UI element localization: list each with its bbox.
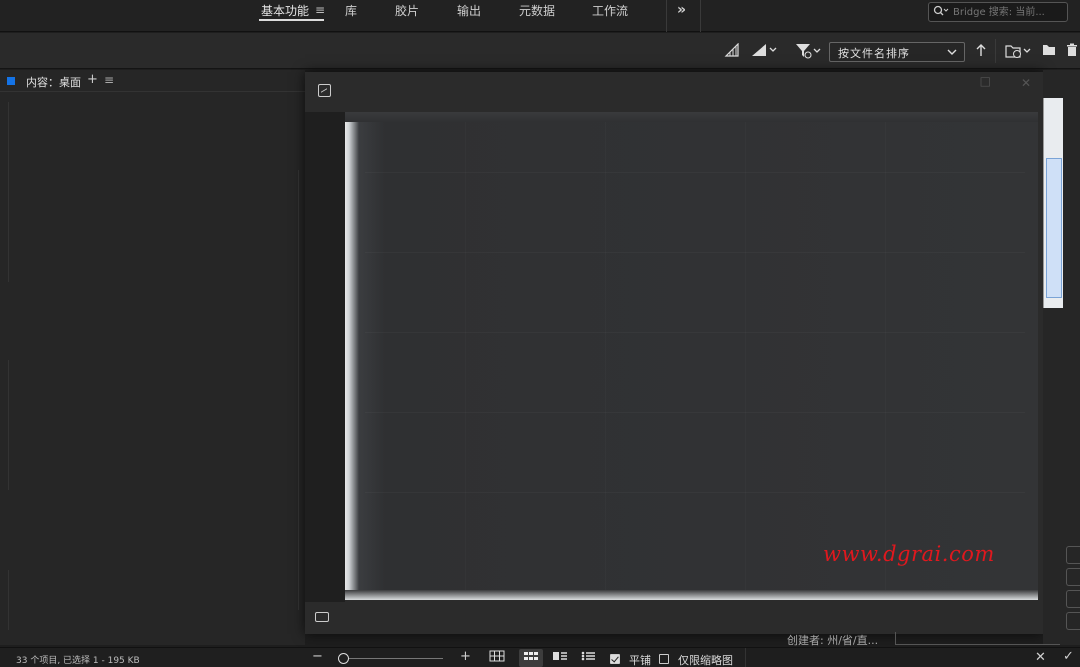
recent-folder-icon[interactable] [1005, 43, 1033, 63]
tab-filmstrip[interactable]: 胶片 [395, 4, 419, 18]
zoom-out-icon[interactable]: − [312, 649, 323, 664]
tab-metadata[interactable]: 元数据 [519, 4, 555, 18]
image-texture [365, 492, 1025, 493]
image-texture [465, 122, 466, 592]
panel-color-indicator [7, 77, 15, 85]
workspace-menu-icon[interactable]: ≡ [315, 3, 325, 17]
sort-label: 按文件名排序 [838, 47, 910, 60]
image-texture [365, 332, 1025, 333]
tab-libraries[interactable]: 库 [345, 4, 357, 18]
toolbar: 按文件名排序 [0, 33, 1080, 69]
filmstrip-icon[interactable] [315, 612, 329, 622]
new-folder-icon[interactable] [1042, 43, 1056, 61]
sort-ascending-icon[interactable] [975, 43, 987, 61]
zoom-slider-handle[interactable] [338, 653, 349, 664]
sort-dropdown[interactable]: 按文件名排序 [829, 42, 965, 62]
metadata-field[interactable] [895, 632, 1060, 645]
tile-checkbox[interactable] [610, 654, 620, 664]
image-texture [365, 252, 1025, 253]
image-icon[interactable] [318, 84, 331, 97]
grid-lock-icon[interactable] [485, 649, 509, 667]
search-input[interactable] [953, 5, 1063, 20]
image-edge [345, 590, 1038, 600]
thumbnail-area [8, 570, 9, 630]
preview-window[interactable]: □ ✕ www.dgrai.com [305, 72, 1043, 634]
thumbnails-only-checkbox[interactable] [659, 654, 669, 664]
image-texture [365, 172, 1025, 173]
content-panel: 内容：桌面 + ≡ [0, 70, 305, 645]
metadata-field[interactable] [1066, 590, 1080, 608]
watermark: www.dgrai.com [823, 542, 995, 566]
image-edge [345, 112, 1038, 122]
trash-icon[interactable] [1066, 43, 1078, 61]
preview-panel [1043, 70, 1080, 645]
list-view-icon[interactable] [576, 649, 600, 667]
minimize-icon[interactable]: □ [980, 74, 991, 88]
metadata-field[interactable] [1066, 546, 1080, 564]
preview-sidebar [305, 112, 345, 602]
metadata-field[interactable] [1066, 568, 1080, 586]
workspace-bar: 基本功能 ≡ 库 胶片 输出 元数据 工作流 » [0, 0, 1080, 32]
chevron-down-icon [946, 43, 958, 64]
tab-output[interactable]: 输出 [457, 4, 481, 18]
cancel-button[interactable]: ✕ [1035, 650, 1046, 665]
active-tab-indicator [259, 19, 324, 21]
thumbnail-view-icon[interactable] [519, 649, 543, 667]
add-icon[interactable]: + [87, 72, 98, 87]
thumbnail-area [298, 170, 299, 610]
divider [700, 0, 701, 32]
preview-image [345, 112, 1038, 600]
thumbnail-detail [1046, 158, 1062, 298]
rating-filter-icon[interactable] [724, 42, 740, 61]
divider [666, 0, 667, 32]
details-view-icon[interactable] [548, 649, 572, 667]
divider [995, 39, 996, 63]
metadata-field[interactable] [1066, 612, 1080, 630]
search-icon[interactable] [933, 5, 949, 20]
thumbnails-only-label: 仅限缩略图 [678, 654, 733, 667]
content-panel-title: 内容：桌面 [26, 76, 81, 89]
image-texture [745, 122, 746, 592]
image-texture [365, 412, 1025, 413]
image-texture [605, 122, 606, 592]
quality-icon[interactable] [750, 43, 778, 61]
tab-workflow[interactable]: 工作流 [592, 4, 628, 18]
filter-icon[interactable] [795, 43, 823, 63]
image-texture [885, 122, 886, 592]
tab-essentials[interactable]: 基本功能 [261, 4, 309, 18]
confirm-button[interactable]: ✓ [1063, 649, 1074, 664]
metadata-creator-label: 创建者: 州/省/直... [787, 634, 879, 647]
close-icon[interactable]: ✕ [1021, 76, 1031, 90]
more-workspaces-icon[interactable]: » [677, 2, 686, 18]
item-count: 33 个项目, 已选择 1 - 195 KB [16, 656, 140, 666]
status-bar: 33 个项目, 已选择 1 - 195 KB − + 平铺 仅限缩略图 ✕ ✓ [0, 647, 1080, 667]
content-panel-header: 内容：桌面 + ≡ [0, 70, 305, 92]
metadata-action-bar: ✕ ✓ [745, 648, 1080, 667]
zoom-slider[interactable] [343, 658, 443, 659]
search-box[interactable] [928, 2, 1068, 22]
thumbnail-preview [1043, 98, 1063, 308]
thumbnail-area [8, 102, 9, 282]
tile-label: 平铺 [629, 654, 651, 667]
panel-menu-icon[interactable]: ≡ [104, 73, 114, 87]
zoom-in-icon[interactable]: + [460, 649, 471, 664]
thumbnail-area [8, 360, 9, 490]
